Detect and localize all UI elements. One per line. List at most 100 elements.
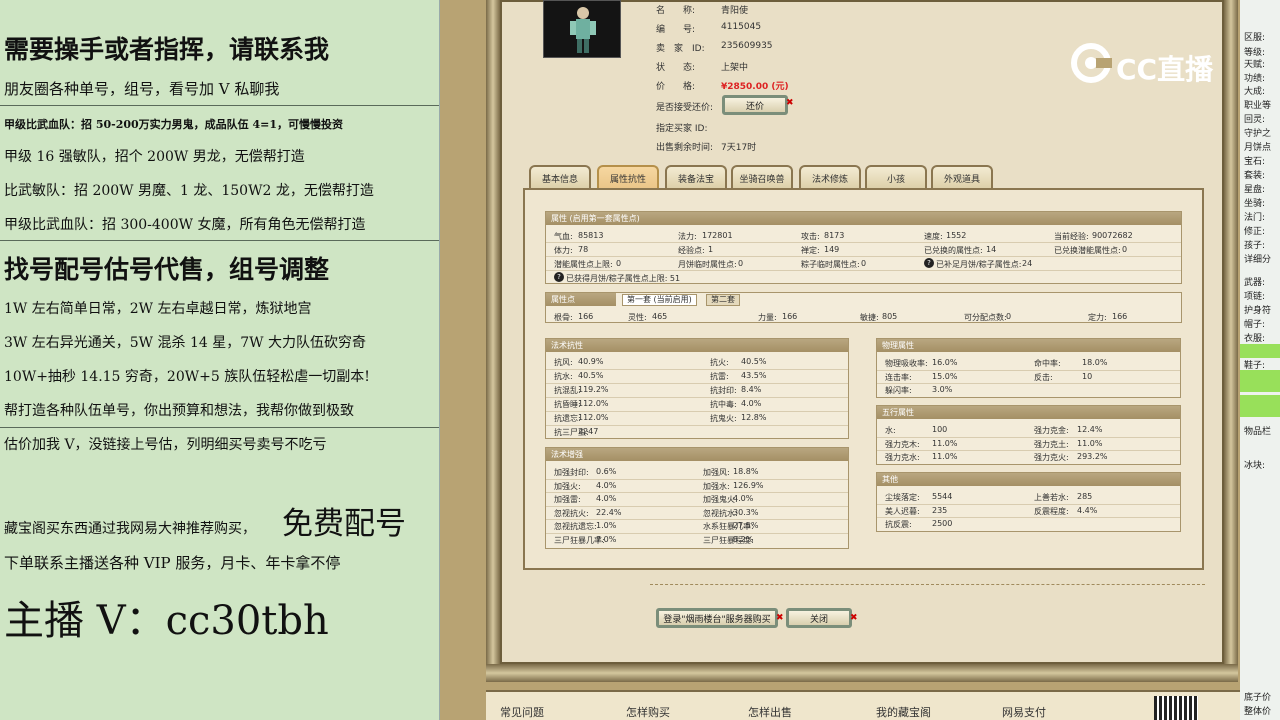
stat-label: 抗封印: (710, 386, 737, 395)
point-value: 805 (882, 312, 898, 321)
stat-value: 1552 (946, 231, 967, 240)
stat-value: 90072682 (1092, 231, 1133, 240)
panel-line-10: 10W+抽秒 14.15 穷奇，20W+5 族队伍轻松虐一切副本! (4, 369, 370, 385)
highlight-row (1240, 344, 1280, 358)
remaining-label: 出售剩余时间: (656, 143, 714, 153)
sidebar-field-label: 大成: (1244, 87, 1266, 97)
stat-value: 8.2% (733, 534, 754, 544)
stat-value: 0 (861, 259, 867, 268)
stat-value: 11.0% (932, 438, 958, 448)
stat-label: 抗中毒: (710, 400, 737, 409)
row-divider (546, 242, 1181, 243)
other-box: 其他 尘埃落定: 5544 上善若水: 285 美人迟暮: 235 反震程度: 4.4% 抗反震… (876, 472, 1181, 532)
stat-value: 100 (932, 425, 948, 434)
tab-spell-cultivation[interactable]: 法术修炼 (799, 165, 861, 189)
stat-label: 月饼临时属性点: (678, 260, 737, 269)
nav-how-sell[interactable]: 怎样出售 (748, 704, 792, 720)
qr-code-icon (1154, 696, 1198, 720)
help-icon[interactable]: ? (924, 258, 934, 268)
point-label: 灵性: (628, 313, 647, 322)
divider (0, 105, 439, 106)
name-value: 青阳使 (721, 6, 749, 16)
sidebar-field-label: 护身符 (1244, 306, 1272, 316)
tab-attributes[interactable]: 属性抗性 (597, 165, 659, 189)
bargain-button[interactable]: 还价 (722, 95, 788, 115)
attributes-header: 属性 (启用第一套属性点) (546, 212, 1181, 225)
stat-value: 11.0% (1077, 438, 1103, 448)
stat-label: 尘埃落定: (885, 493, 920, 502)
stat-label: 抗火: (710, 358, 729, 367)
panel-line-9: 3W 左右异光通关，5W 混杀 14 星，7W 大力队伍砍穷奇 (4, 335, 366, 351)
stat-label: 加强封印: (554, 468, 589, 477)
nav-netease-pay[interactable]: 网易支付 (1002, 704, 1046, 720)
point-label: 根骨: (554, 313, 573, 322)
stat-value: 235 (932, 505, 948, 515)
stat-label: 速度: (924, 232, 943, 241)
stat-label: 加强雷: (554, 495, 581, 504)
panel-line-15: 下单联系主播送各种 VIP 服务，月卡、年卡拿不停 (4, 554, 341, 572)
panel-line-4: 甲级 16 强敏队，招个 200W 男龙，无偿帮打造 (4, 149, 305, 165)
tab-children[interactable]: 小孩 (865, 165, 927, 189)
stat-label: 气血: (554, 232, 573, 241)
login-purchase-button[interactable]: 登录"烟雨楼台"服务器购买 (656, 608, 778, 628)
nav-my-cbg[interactable]: 我的藏宝阁 (876, 704, 931, 720)
logo-text: CC直播 (1116, 53, 1214, 86)
stat-label: 美人迟暮: (885, 506, 920, 516)
sidebar-field-label: 区服: (1244, 33, 1266, 43)
stat-value: 0 (1122, 245, 1128, 254)
character-figure-icon (570, 7, 596, 53)
stat-value: 12.8% (741, 413, 767, 422)
cc-live-logo: CC直播 (1070, 42, 1250, 112)
stat-value: 12.4% (1077, 425, 1103, 434)
stat-value: 2247 (578, 427, 599, 436)
tab-equipment[interactable]: 装备法宝 (665, 165, 727, 189)
buyer-label: 指定买家 ID: (656, 124, 708, 134)
sidebar-field-label: 项链: (1244, 292, 1266, 302)
stat-label: 粽子临时属性点: (801, 260, 860, 269)
point-label: 定力: (1088, 313, 1107, 322)
stat-label: 命中率: (1034, 359, 1061, 368)
price-label: 价 格: (656, 82, 696, 92)
stat-value: 43.5% (741, 371, 767, 380)
tab-mounts-pets[interactable]: 坐骑召唤兽 (731, 165, 793, 189)
stat-value: 0 (738, 259, 744, 268)
close-button[interactable]: 关闭 (786, 608, 852, 628)
point-label: 可分配点数: (964, 313, 1007, 322)
sidebar-field-label: 冰块: (1244, 461, 1266, 471)
stat-label: 连击率: (885, 372, 912, 382)
bargain-label: 是否接受还价: (656, 103, 714, 113)
stat-value: 18.0% (1082, 358, 1108, 367)
stat-value: 4.0% (596, 480, 617, 490)
help-icon[interactable]: ? (554, 272, 564, 282)
stat-value: 172801 (702, 231, 733, 240)
stat-label: 反击: (1034, 372, 1053, 382)
nav-how-buy[interactable]: 怎样购买 (626, 704, 670, 720)
nav-faq[interactable]: 常见问题 (500, 704, 544, 720)
stat-label: 加强火: (554, 481, 581, 491)
point-value: 166 (578, 312, 594, 321)
sidebar-field-label: 修正: (1244, 227, 1266, 237)
status-value: 上架中 (721, 63, 749, 73)
tab-appearance[interactable]: 外观道具 (931, 165, 993, 189)
stat-label: 法力: (678, 232, 697, 241)
sidebar-field-label: 底子价 (1244, 693, 1272, 703)
stat-value: 78 (578, 245, 589, 254)
row-divider (546, 425, 848, 426)
divider (0, 240, 439, 241)
stat-value: 0 (616, 259, 622, 268)
stat-label: 已兑换潜能属性点: (1054, 246, 1121, 255)
price-value: ¥2850.00 (元) (721, 82, 789, 92)
subtab-set-two[interactable]: 第二套 (706, 294, 740, 306)
subtab-set-one[interactable]: 第一套 (当前启用) (622, 294, 697, 306)
sidebar-field-label: 功绩: (1244, 74, 1266, 84)
stat-label: 强力克木: (885, 439, 920, 449)
stat-value: 18.8% (733, 467, 759, 476)
row-divider (546, 492, 848, 493)
tab-basic-info[interactable]: 基本信息 (529, 165, 591, 189)
panel-line-11: 帮打造各种队伍单号，你出预算和想法，我帮你做到极致 (4, 403, 354, 419)
row-divider (546, 411, 848, 412)
five-elements-header: 五行属性 (877, 406, 1180, 419)
stat-value: 8.4% (741, 385, 762, 394)
frame-bottom (486, 664, 1238, 682)
sidebar-field-label: 职业等 (1244, 101, 1272, 111)
